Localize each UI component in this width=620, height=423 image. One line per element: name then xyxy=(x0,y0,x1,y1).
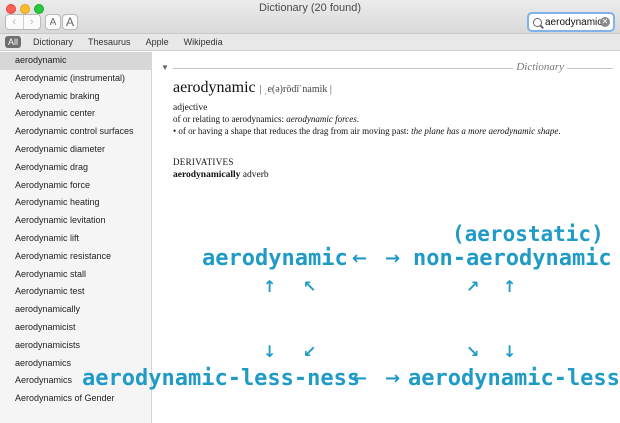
font-larger-button[interactable]: A xyxy=(62,14,78,30)
dictionary-window: Dictionary (20 found) ‹ › A A ✕ All Dict… xyxy=(0,0,620,423)
title-bar: Dictionary (20 found) ‹ › A A ✕ xyxy=(0,0,620,34)
back-icon[interactable]: ‹ xyxy=(6,15,23,29)
search-field[interactable]: ✕ xyxy=(527,12,615,32)
arrow-left-icon: ← xyxy=(352,368,368,389)
arrow-up-left-icon: ↖ xyxy=(303,277,317,296)
list-item[interactable]: Aerodynamic heating xyxy=(0,194,151,212)
list-item[interactable]: Aerodynamic test xyxy=(0,283,151,301)
arrow-up-icon: ↑ xyxy=(503,277,517,296)
dictionary-entry: aerodynamic | ˌe(ə)rōdīˈnamik | adjectiv… xyxy=(173,79,613,180)
aerodynamic-label: aerodynamic xyxy=(202,246,348,271)
sense-1-example: aerodynamic forces xyxy=(286,114,357,124)
derivatives-heading: DERIVATIVES xyxy=(173,157,234,167)
navigation-buttons: ‹ › xyxy=(5,14,41,30)
aerostatic-label: (aerostatic) xyxy=(452,222,604,246)
tab-dictionary[interactable]: Dictionary xyxy=(30,36,76,48)
pronunciation: | ˌe(ə)rōdīˈnamik | xyxy=(259,84,332,95)
derivative-pos: adverb xyxy=(242,170,269,180)
clear-search-icon[interactable]: ✕ xyxy=(600,17,610,27)
derivative: aerodynamically adverb xyxy=(173,170,613,180)
list-item[interactable]: aerodynamicists xyxy=(0,337,151,355)
sense-2-end: . xyxy=(558,126,561,136)
font-smaller-button[interactable]: A xyxy=(45,14,61,30)
arrow-down-icon: ↓ xyxy=(263,342,277,361)
disclosure-triangle-icon[interactable]: ▼ xyxy=(161,63,169,72)
arrow-right-icon: → xyxy=(385,248,401,269)
arrow-left-icon: ← xyxy=(352,248,368,269)
search-icon xyxy=(533,17,542,27)
non-aerodynamic-label: non-aerodynamic xyxy=(413,246,612,271)
sense-2-text: • of or having a shape that reduces the … xyxy=(173,126,412,136)
list-item[interactable]: Aerodynamic diameter xyxy=(0,141,151,159)
list-item[interactable]: aerodynamicist xyxy=(0,319,151,337)
dictionary-section-header: ▼ Dictionary xyxy=(161,61,613,75)
forward-icon[interactable]: › xyxy=(22,15,41,29)
arrow-down-icon: ↓ xyxy=(503,342,517,361)
tab-all[interactable]: All xyxy=(5,36,22,48)
list-item[interactable]: aerodynamically xyxy=(0,301,151,319)
list-item[interactable]: Aerodynamic control surfaces xyxy=(0,123,151,141)
tab-apple[interactable]: Apple xyxy=(143,36,172,48)
list-item[interactable]: Aerodynamic (instrumental) xyxy=(0,70,151,88)
sense-1-text: of or relating to aerodynamics: xyxy=(173,114,287,124)
list-item[interactable]: Aerodynamic force xyxy=(0,177,151,195)
arrow-up-right-icon: ↗ xyxy=(466,277,480,296)
aerodynamic-less-label: aerodynamic-less xyxy=(408,366,620,391)
list-item[interactable]: Aerodynamic center xyxy=(0,105,151,123)
sense-2-example: the plane has a more aerodynamic shape xyxy=(411,126,559,136)
search-input[interactable] xyxy=(545,16,605,28)
arrow-right-icon: → xyxy=(385,368,401,389)
list-item[interactable]: Aerodynamic lift xyxy=(0,230,151,248)
list-item[interactable]: aerodynamic xyxy=(0,52,151,70)
sense-2: • of or having a shape that reduces the … xyxy=(173,125,613,137)
list-item[interactable]: Aerodynamic resistance xyxy=(0,248,151,266)
sense-1: of or relating to aerodynamics: aerodyna… xyxy=(173,113,613,125)
arrow-down-left-icon: ↙ xyxy=(303,342,317,361)
arrow-down-right-icon: ↘ xyxy=(466,342,480,361)
window-title: Dictionary (20 found) xyxy=(258,2,362,14)
list-item[interactable]: Aerodynamic braking xyxy=(0,88,151,106)
aerodynamic-less-ness-label: aerodynamic-less-ness xyxy=(82,366,361,391)
headword: aerodynamic xyxy=(173,79,256,96)
sense-1-end: . xyxy=(356,114,360,124)
derivative-word: aerodynamically xyxy=(173,170,241,180)
source-scope-bar: All Dictionary Thesaurus Apple Wikipedia xyxy=(0,34,620,51)
list-item[interactable]: Aerodynamic levitation xyxy=(0,212,151,230)
arrow-up-icon: ↑ xyxy=(263,277,277,296)
list-item[interactable]: Aerodynamics of Gender xyxy=(0,390,151,408)
list-item[interactable]: Aerodynamic stall xyxy=(0,266,151,284)
tab-thesaurus[interactable]: Thesaurus xyxy=(85,36,134,48)
part-of-speech: adjective xyxy=(173,103,208,113)
section-label: Dictionary xyxy=(513,61,567,73)
tab-wikipedia[interactable]: Wikipedia xyxy=(181,36,226,48)
list-item[interactable]: Aerodynamic drag xyxy=(0,159,151,177)
